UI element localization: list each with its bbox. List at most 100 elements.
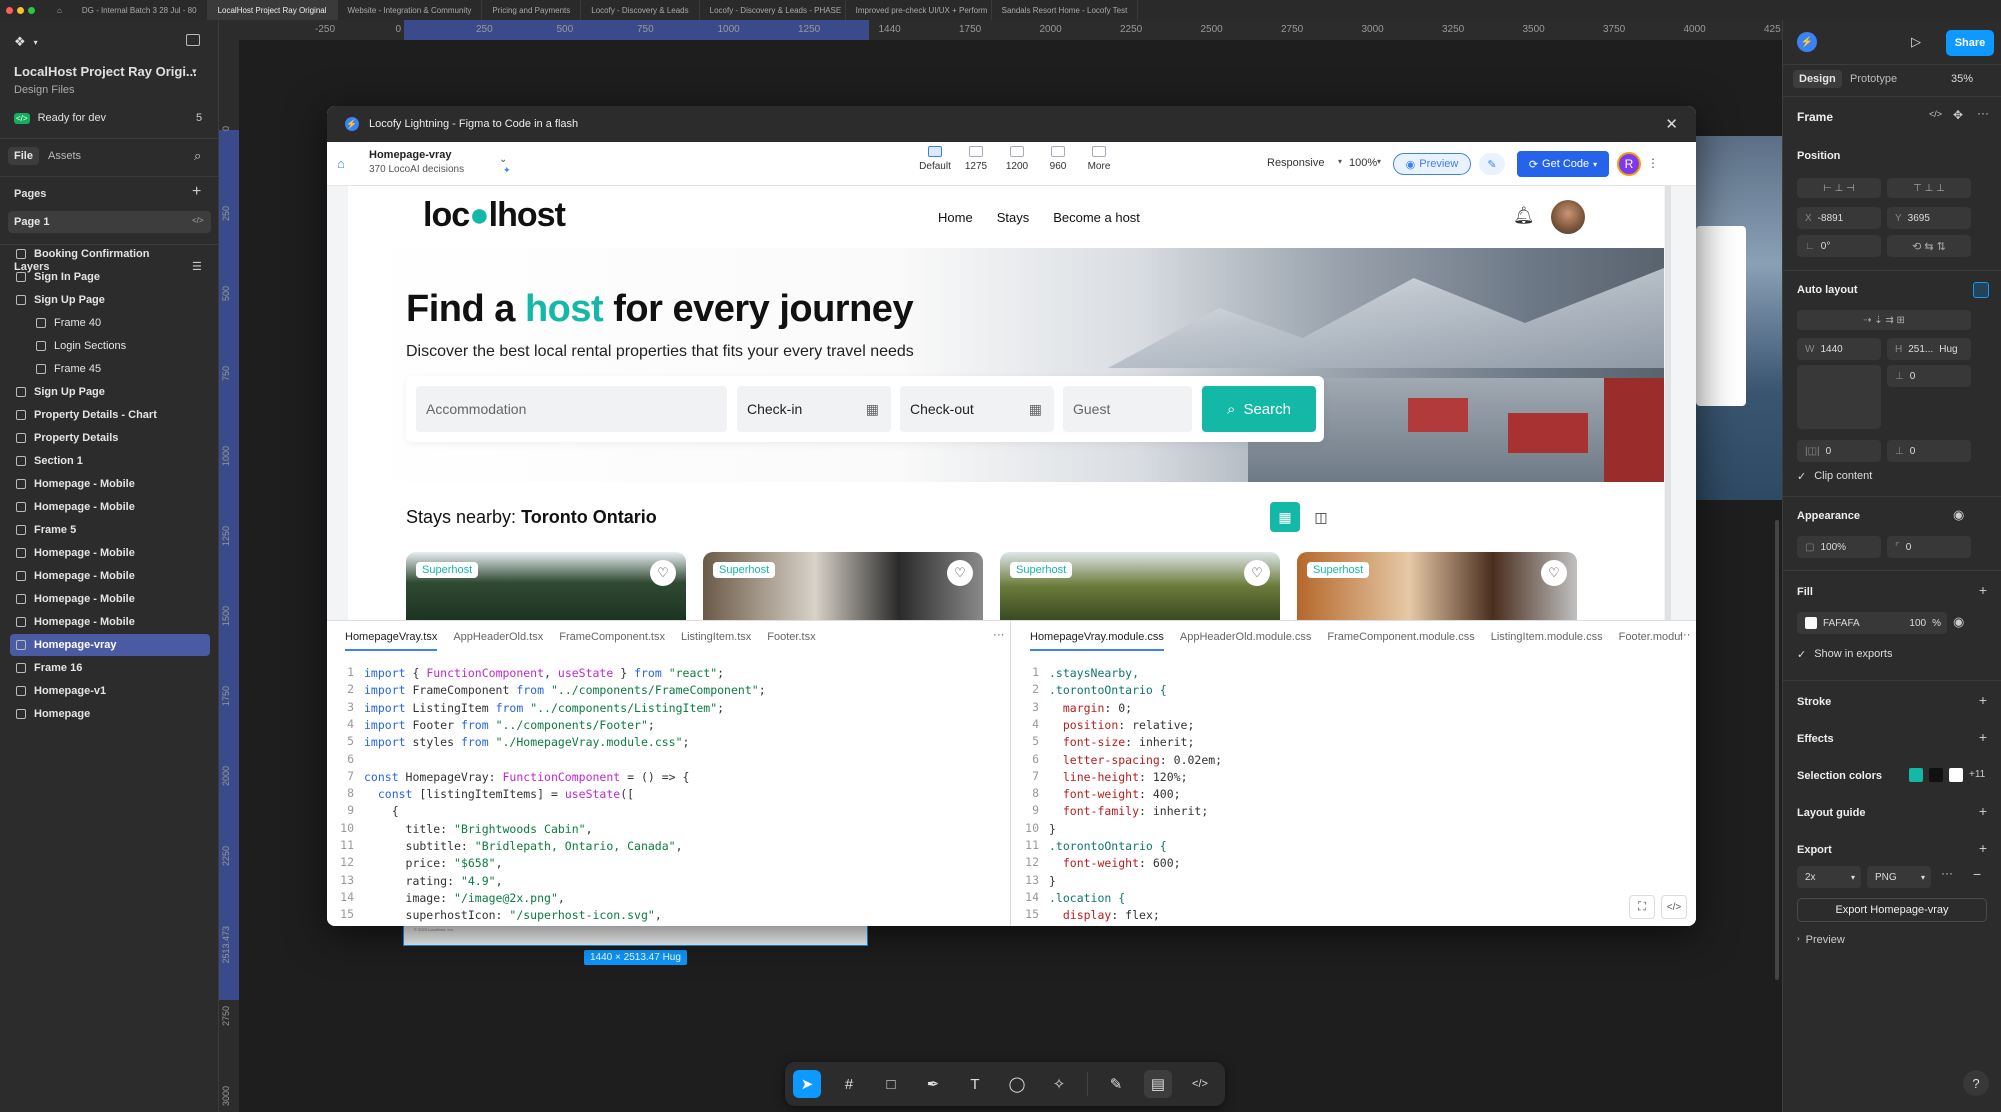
code-file-tab[interactable]: ListingItem.tsx <box>681 631 751 643</box>
code-file-tab[interactable]: AppHeaderOld.module.css <box>1180 631 1311 643</box>
main-menu-button[interactable]: ❖ ▾ <box>14 34 38 50</box>
share-button[interactable]: Share <box>1946 30 1994 56</box>
layer-item[interactable]: Frame 45 <box>30 358 210 380</box>
vertical-align-buttons[interactable]: ⊤ ⊥ ⊥ <box>1887 178 1971 198</box>
export-scale-select[interactable]: 2x ▾ <box>1797 866 1861 888</box>
code-file-tab[interactable]: FrameComponent.tsx <box>559 631 665 643</box>
pen-tool[interactable]: ✒ <box>919 1070 947 1098</box>
eye-icon[interactable]: ◉ <box>1953 507 1964 523</box>
layer-item[interactable]: Homepage-v1 <box>10 680 210 702</box>
listing-card[interactable]: Superhost ♡ <box>406 552 686 620</box>
export-format-select[interactable]: PNG ▾ <box>1867 866 1931 888</box>
site-logo[interactable]: loc●lhost <box>423 196 566 235</box>
layer-item[interactable]: Homepage - Mobile <box>10 496 210 518</box>
layer-item[interactable]: Property Details - Chart <box>10 404 210 426</box>
map-view-button[interactable]: ◫ <box>1306 502 1336 532</box>
layer-item[interactable]: Property Details <box>10 427 210 449</box>
selection-color-swatch[interactable] <box>1909 768 1923 782</box>
comment-tool[interactable]: ◯ <box>1003 1070 1031 1098</box>
export-preview-toggle[interactable]: › Preview <box>1797 934 1845 946</box>
code-file-tab[interactable]: ListingItem.module.css <box>1491 631 1603 643</box>
layer-item[interactable]: Homepage - Mobile <box>10 542 210 564</box>
add-page-icon[interactable]: + <box>192 183 201 201</box>
layer-item[interactable]: Homepage - Mobile <box>10 588 210 610</box>
more-options-icon[interactable]: ··· <box>1679 629 1691 641</box>
sidebar-toggle-icon[interactable] <box>186 34 200 46</box>
code-toggle-icon[interactable]: </> <box>1661 895 1687 919</box>
layer-item[interactable]: Frame 16 <box>10 657 210 679</box>
checkout-input[interactable]: Check-out ▦ <box>900 386 1054 432</box>
add-effect-icon[interactable]: + <box>1979 729 1987 745</box>
code-file-tab[interactable]: AppHeaderOld.tsx <box>453 631 543 643</box>
selection-colors-more[interactable]: +11 <box>1969 769 1985 780</box>
text-tool[interactable]: T <box>961 1070 989 1098</box>
layer-item[interactable]: Login Sections <box>30 335 210 357</box>
preview-button[interactable]: ◉ Preview <box>1393 153 1471 175</box>
gap-field[interactable]: ⊥ 0 <box>1887 365 1971 387</box>
checkin-input[interactable]: Check-in ▦ <box>737 386 891 432</box>
layer-item[interactable]: Homepage - Mobile <box>10 473 210 495</box>
heart-icon[interactable]: ♡ <box>650 560 676 586</box>
close-window-dot[interactable] <box>6 6 13 14</box>
get-code-button[interactable]: ⟳ Get Code ▾ <box>1517 151 1609 177</box>
site-nav-link[interactable]: Stays <box>997 210 1030 225</box>
expand-icon[interactable]: ⛶ <box>1629 895 1655 919</box>
layer-item[interactable]: Homepage - Mobile <box>10 565 210 587</box>
help-icon[interactable]: ? <box>1963 1070 1989 1096</box>
browser-tab[interactable]: Pricing and Payments <box>482 0 582 20</box>
guest-input[interactable]: Guest <box>1063 386 1192 432</box>
fill-field[interactable]: FAFAFA 100% <box>1797 612 1947 634</box>
breakpoint-option[interactable]: Default <box>917 146 953 172</box>
design-mode-tool[interactable]: ▤ <box>1144 1070 1172 1098</box>
tab-assets[interactable]: Assets <box>48 150 81 162</box>
heart-icon[interactable]: ♡ <box>947 560 973 586</box>
adjacent-frame[interactable] <box>1696 136 1782 500</box>
remove-export-icon[interactable]: − <box>1973 866 1981 882</box>
layer-item[interactable]: Homepage - Mobile <box>10 611 210 633</box>
eye-icon[interactable]: ◉ <box>1953 614 1964 630</box>
add-stroke-icon[interactable]: + <box>1979 692 1987 708</box>
padding-horizontal-field[interactable]: |◫| 0 <box>1797 440 1881 462</box>
listing-card[interactable]: Superhost ♡ <box>703 552 983 620</box>
responsive-dropdown[interactable]: Responsive <box>1267 157 1324 169</box>
browser-tab[interactable]: Sandals Resort Home - Locofy Test <box>992 0 1138 20</box>
shape-tool[interactable]: □ <box>877 1070 905 1098</box>
user-avatar[interactable]: R <box>1617 152 1641 176</box>
browser-tab[interactable]: Website - Integration & Community <box>338 0 483 20</box>
chevron-down-icon[interactable]: ⌄ <box>499 154 507 165</box>
code-file-tab[interactable]: Footer.tsx <box>767 631 815 643</box>
code-file-tab[interactable]: Footer.modul <box>1619 631 1683 643</box>
file-name[interactable]: LocalHost Project Ray Origi... <box>14 64 197 79</box>
site-nav-link[interactable]: Home <box>938 210 973 225</box>
show-in-exports-checkbox[interactable]: ✓ Show in exports <box>1797 648 1892 661</box>
minimize-window-dot[interactable] <box>17 6 24 14</box>
page-item-1[interactable]: Page 1 <box>8 211 211 233</box>
rotation-field[interactable]: ∟ 0° <box>1797 235 1881 257</box>
actions-tool[interactable]: ✧ <box>1045 1070 1073 1098</box>
listing-card[interactable]: Superhost ♡ <box>1297 552 1577 620</box>
layer-item[interactable]: Booking Confirmation <box>10 243 210 265</box>
chevron-down-icon[interactable]: ▾ <box>192 66 197 77</box>
ready-for-dev[interactable]: </> Ready for dev <box>14 112 106 124</box>
layer-item[interactable]: Sign In Page <box>10 266 210 288</box>
search-icon[interactable]: ⌕ <box>194 148 201 164</box>
radius-field[interactable]: ⌜ 0 <box>1887 536 1971 558</box>
layer-item[interactable]: Homepage-vray <box>10 634 210 656</box>
code-file-tab[interactable]: FrameComponent.module.css <box>1327 631 1474 643</box>
home-icon[interactable]: ⌂ <box>337 156 345 171</box>
tab-file[interactable]: File <box>8 147 39 165</box>
heart-icon[interactable]: ♡ <box>1244 560 1270 586</box>
frame-label[interactable]: Frame <box>1797 110 1833 124</box>
tab-prototype[interactable]: Prototype <box>1850 73 1897 85</box>
browser-tab[interactable]: Locofy - Discovery & Leads <box>581 0 700 20</box>
zoom-level[interactable]: 35% <box>1951 73 1973 85</box>
selection-color-swatch[interactable] <box>1949 768 1963 782</box>
layer-item[interactable]: Section 1 <box>10 450 210 472</box>
search-button[interactable]: ⌕ Search <box>1202 386 1316 432</box>
browser-tab[interactable]: Improved pre-check UI/UX + Perform <box>846 0 992 20</box>
move-tool[interactable]: ➤ <box>793 1070 821 1098</box>
accommodation-input[interactable]: Accommodation <box>416 386 727 432</box>
horizontal-align-buttons[interactable]: ⊢ ⊥ ⊣ <box>1797 178 1881 198</box>
breakpoint-option[interactable]: More <box>1081 146 1117 172</box>
add-fill-icon[interactable]: + <box>1979 582 1987 598</box>
